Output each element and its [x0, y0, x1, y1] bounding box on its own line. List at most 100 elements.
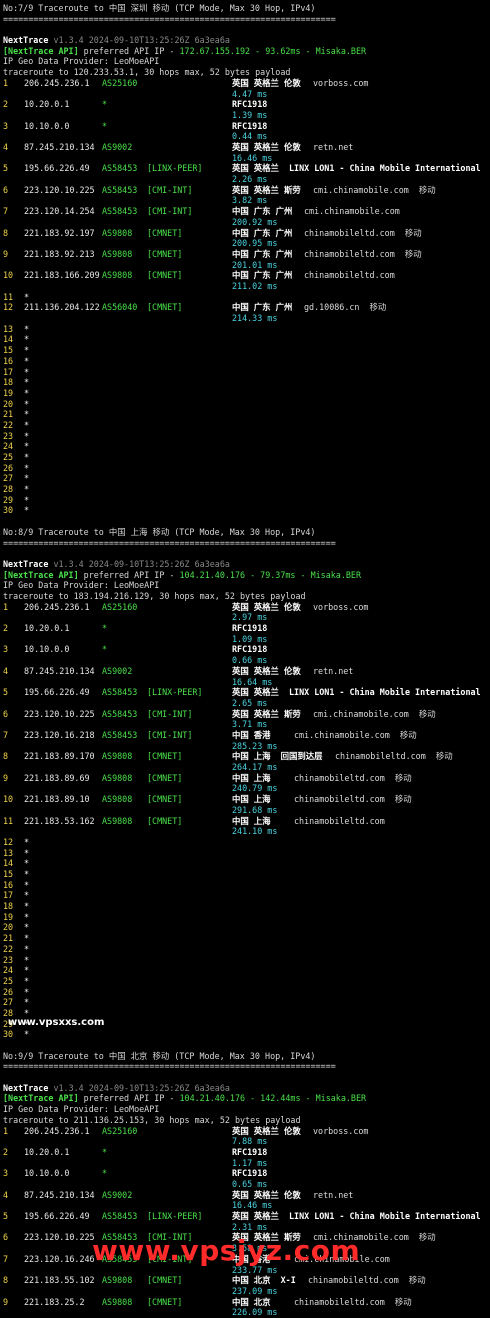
traceroute-line: traceroute to 120.233.53.1, 30 hops max,… — [3, 67, 291, 78]
hop-host: vorboss.com — [313, 601, 369, 612]
hop-row: 9 221.183.89.69 AS9808 [CMNET] 中国 上海 chinamob… — [3, 773, 490, 794]
hop-row: 9 221.183.25.2 AS9808 [CMNET] 中国 北京 chinamobi… — [3, 1297, 490, 1318]
hop-ip: 206.245.236.1 — [24, 601, 90, 612]
traceroute-section: No:9/9 Traceroute to 中国 北京 移动 (TCP Mode,… — [3, 1040, 490, 1318]
hop-number: 27 — [3, 473, 14, 484]
empty-hop-row: 17 * — [3, 890, 490, 901]
section-header: No:8/9 Traceroute to 中国 上海 移动 (TCP Mode,… — [3, 526, 316, 537]
hop-tag: [CMNET] — [147, 227, 183, 238]
hop-asn: AS58453 — [102, 184, 138, 195]
hop-geo: RFC1918 — [232, 120, 268, 131]
hop-asn: AS25160 — [102, 77, 138, 88]
hop-ip: 10.20.0.1 — [24, 99, 70, 110]
hop-row: 11 221.183.53.162 AS9808 [CMNET] 中国 上海 chinam… — [3, 816, 490, 837]
hop-number: 9 — [3, 1296, 9, 1307]
empty-hop-row: 14 * — [3, 858, 490, 869]
hop-rtt: 1.17 ms — [232, 1157, 268, 1168]
api-text: preferred API IP - — [78, 45, 180, 56]
hop-tag: [CMNET] — [147, 751, 183, 762]
hop-rtt: 0.44 ms — [232, 131, 268, 142]
version-line: NextTrace v1.3.4 2024-09-10T13:25:26Z 6a… — [3, 559, 490, 570]
hop-star: * — [24, 409, 30, 420]
hop-host: cmi.chinamobile.com 移动 — [313, 184, 436, 195]
hop-rtt: 214.33 ms — [232, 313, 278, 324]
hop-star: * — [24, 836, 30, 847]
hop-ip: 223.120.10.225 — [24, 1232, 95, 1243]
hop-ip: 206.245.236.1 — [24, 1125, 90, 1136]
empty-hop-row: 28 * — [3, 484, 490, 495]
hop-ip: 221.183.25.2 — [24, 1296, 85, 1307]
api-label: [NextTrace API] — [3, 569, 79, 580]
hop-number: 9 — [3, 248, 9, 259]
hop-rtt: 16.46 ms — [232, 152, 273, 163]
hop-star: * — [24, 954, 30, 965]
traceroute-line: traceroute to 211.136.25.153, 30 hops ma… — [3, 1114, 301, 1125]
hop-row: 5 195.66.226.49 AS58453 [LINX-PEER] 英国 英格兰 L… — [3, 687, 490, 708]
hop-host: chinamobileltd.com 移动 — [294, 794, 412, 805]
geo-provider-line: IP Geo Data Provider: LeoMoeAPI — [3, 56, 160, 67]
hop-ip: 221.183.89.10 — [24, 794, 90, 805]
hop-rtt: 226.09 ms — [232, 1307, 278, 1318]
hop-number: 21 — [3, 933, 14, 944]
hop-number: 12 — [3, 302, 14, 313]
hop-asn: AS25160 — [102, 601, 138, 612]
hop-number: 19 — [3, 387, 14, 398]
hop-rtt: 2.31 ms — [232, 1221, 268, 1232]
hop-number: 9 — [3, 772, 9, 783]
hop-host: retn.net — [313, 1189, 354, 1200]
hop-star: * — [24, 473, 30, 484]
hop-number: 24 — [3, 441, 14, 452]
hop-ip: 87.245.210.134 — [24, 665, 95, 676]
hop-row: 4 87.245.210.134 AS9002 英国 英格兰 伦敦 retn.net 16… — [3, 1190, 490, 1211]
hop-asn: AS9808 — [102, 815, 133, 826]
hop-number: 12 — [3, 836, 14, 847]
hop-number: 4 — [3, 665, 9, 676]
hop-star: * — [24, 986, 30, 997]
hop-geo: RFC1918 — [232, 1168, 268, 1179]
hop-number: 8 — [3, 751, 9, 762]
hop-rtt: 1.09 ms — [232, 633, 268, 644]
hop-star: * — [24, 505, 30, 516]
hop-number: 25 — [3, 975, 14, 986]
hop-ip: 221.183.55.102 — [24, 1275, 95, 1286]
hop-host: chinamobileltd.com — [304, 270, 395, 281]
hop-row: 1 206.245.236.1 AS25160 英国 英格兰 伦敦 vorboss.co… — [3, 78, 490, 99]
hop-host: vorboss.com — [313, 1125, 369, 1136]
hop-rtt: 0.66 ms — [232, 655, 268, 666]
tool-version: v1.3.4 2024-09-10T13:25:26Z 6a3ea6a — [53, 1082, 230, 1093]
hop-tag: [CMNET] — [147, 772, 183, 783]
hop-number: 22 — [3, 943, 14, 954]
hop-row: 5 195.66.226.49 AS58453 [LINX-PEER] 英国 英格兰 L… — [3, 1211, 490, 1232]
empty-hop-row: 26 * — [3, 987, 490, 998]
hop-star: * — [24, 355, 30, 366]
hop-rtt: 2.97 ms — [232, 612, 268, 623]
hop-number: 3 — [3, 1168, 9, 1179]
hop-tag: [CMNET] — [147, 1275, 183, 1286]
hop-number: 1 — [3, 1125, 9, 1136]
hop-number: 2 — [3, 623, 9, 634]
hop-row: 6 223.120.10.225 AS58453 [CMI-INT] 英国 英格兰 斯劳… — [3, 185, 490, 206]
hop-tag: [LINX-PEER] — [147, 687, 203, 698]
hop-star: * — [24, 879, 30, 890]
hop-row: 9 221.183.92.213 AS9808 [CMNET] 中国 广东 广州 chin… — [3, 249, 490, 270]
hop-ip: 211.136.204.122 — [24, 302, 100, 313]
hop-star: * — [24, 387, 30, 398]
hop-asn: AS9808 — [102, 1275, 133, 1286]
hop-ip: 87.245.210.134 — [24, 141, 95, 152]
hop-row: 3 10.10.0.0 * RFC1918 0.44 ms — [3, 121, 490, 142]
hop-star: * — [24, 922, 30, 933]
hop-star: * — [24, 419, 30, 430]
hop-row: 8 221.183.89.170 AS9808 [CMNET] 中国 上海 回国到达层 c… — [3, 751, 490, 772]
hop-star: * — [24, 334, 30, 345]
hop-tag: [CMI-INT] — [147, 708, 193, 719]
hop-number: 30 — [3, 1029, 14, 1040]
hop-asn: AS9808 — [102, 751, 133, 762]
hop-number: 14 — [3, 858, 14, 869]
empty-hop-row: 20 * — [3, 922, 490, 933]
hop-number: 21 — [3, 409, 14, 420]
hop-host: cmi.chinamobile.com — [304, 206, 400, 217]
hop-tag: [CMI-INT] — [147, 206, 193, 217]
hop-number: 5 — [3, 1211, 9, 1222]
